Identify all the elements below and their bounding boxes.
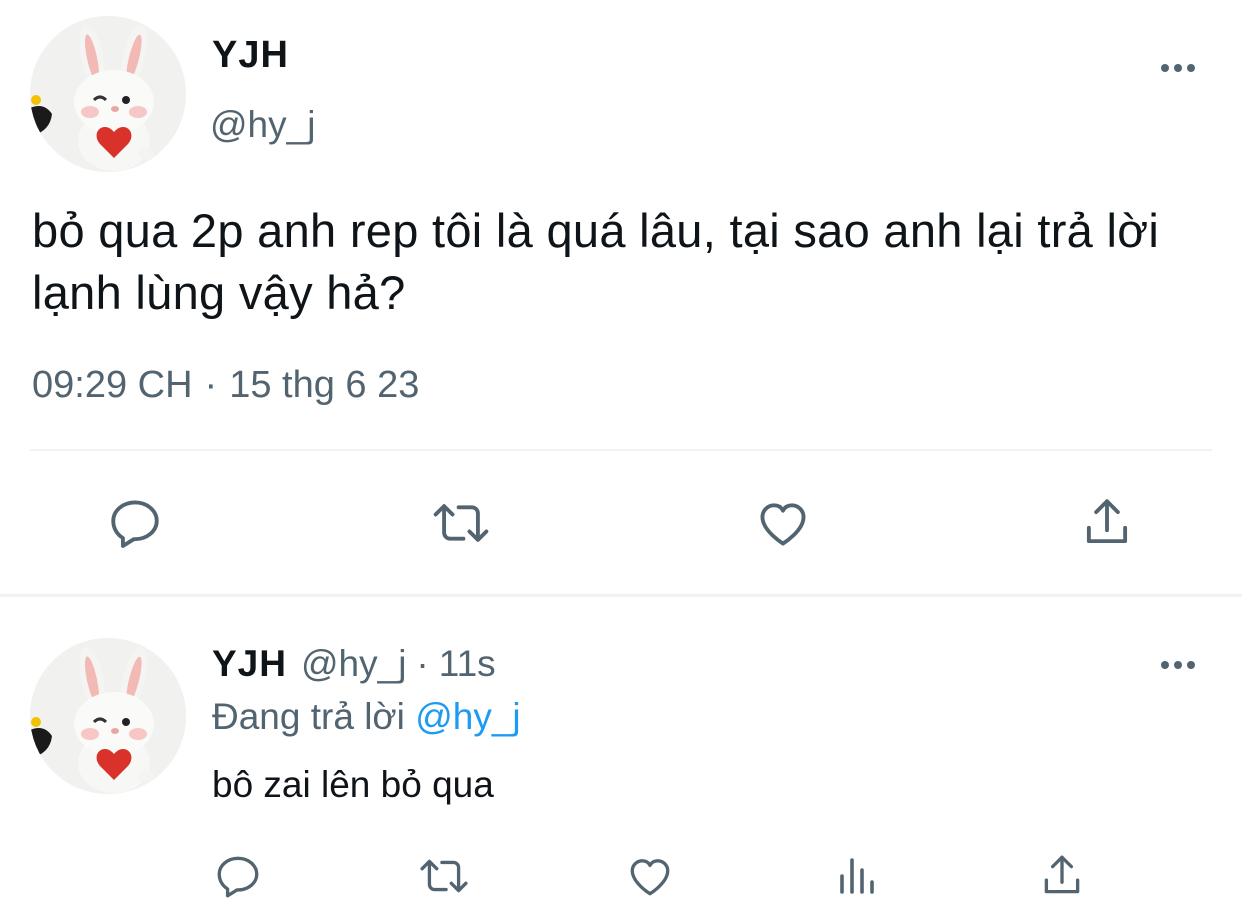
author-handle[interactable]: @hy_j [210,104,315,146]
replying-to: Đang trả lời @hy_j [212,696,521,738]
reply-reply-button[interactable] [212,850,264,902]
reply-avatar[interactable] [30,638,186,794]
reply-separator: · [416,643,429,684]
replying-mention-link[interactable]: @hy_j [415,696,520,737]
more-options-button[interactable] [1161,64,1195,72]
reply-more-options-button[interactable] [1161,661,1195,669]
reply-like-button[interactable] [624,850,676,902]
retweet-icon [420,859,468,893]
like-icon [630,859,670,896]
reply-button[interactable] [104,492,166,554]
bunny-avatar-image [30,16,186,172]
retweet-button[interactable] [426,492,496,554]
reply-icon [111,500,159,548]
share-button[interactable] [1076,492,1138,554]
tweet-time: 09:29 CH [32,364,193,406]
retweet-icon [433,504,489,542]
tweet-timestamp: 09:29 CH · 15 thg 6 23 [32,364,419,407]
reply-time[interactable]: 11s [439,643,496,685]
meta-separator: · [204,364,218,406]
share-icon [1086,499,1128,544]
reply-analytics-button[interactable] [830,850,882,902]
replying-prefix: Đang trả lời [212,696,405,737]
reply-share-button[interactable] [1036,850,1088,902]
tweet-date: 15 thg 6 23 [229,364,420,406]
avatar[interactable] [30,16,186,172]
divider [0,594,1242,597]
divider [30,449,1212,451]
more-horizontal-icon [1161,661,1169,669]
share-icon [1044,855,1080,894]
analytics-icon [840,858,874,894]
like-icon [760,503,806,546]
more-horizontal-icon [1161,64,1169,72]
reply-author-handle[interactable]: @hy_j [301,643,406,685]
reply-text: bô zai lên bỏ qua [212,764,494,805]
reply-retweet-button[interactable] [414,850,474,902]
reply-author-name[interactable]: YJH [212,643,287,685]
bunny-avatar-image [30,638,186,794]
author-name[interactable]: YJH [212,34,289,77]
reply-icon [217,856,259,898]
tweet-text: bỏ qua 2p anh rep tôi là quá lâu, tại sa… [32,204,1160,319]
reply-header: YJH @hy_j · 11s [212,643,496,685]
like-button[interactable] [752,492,814,554]
